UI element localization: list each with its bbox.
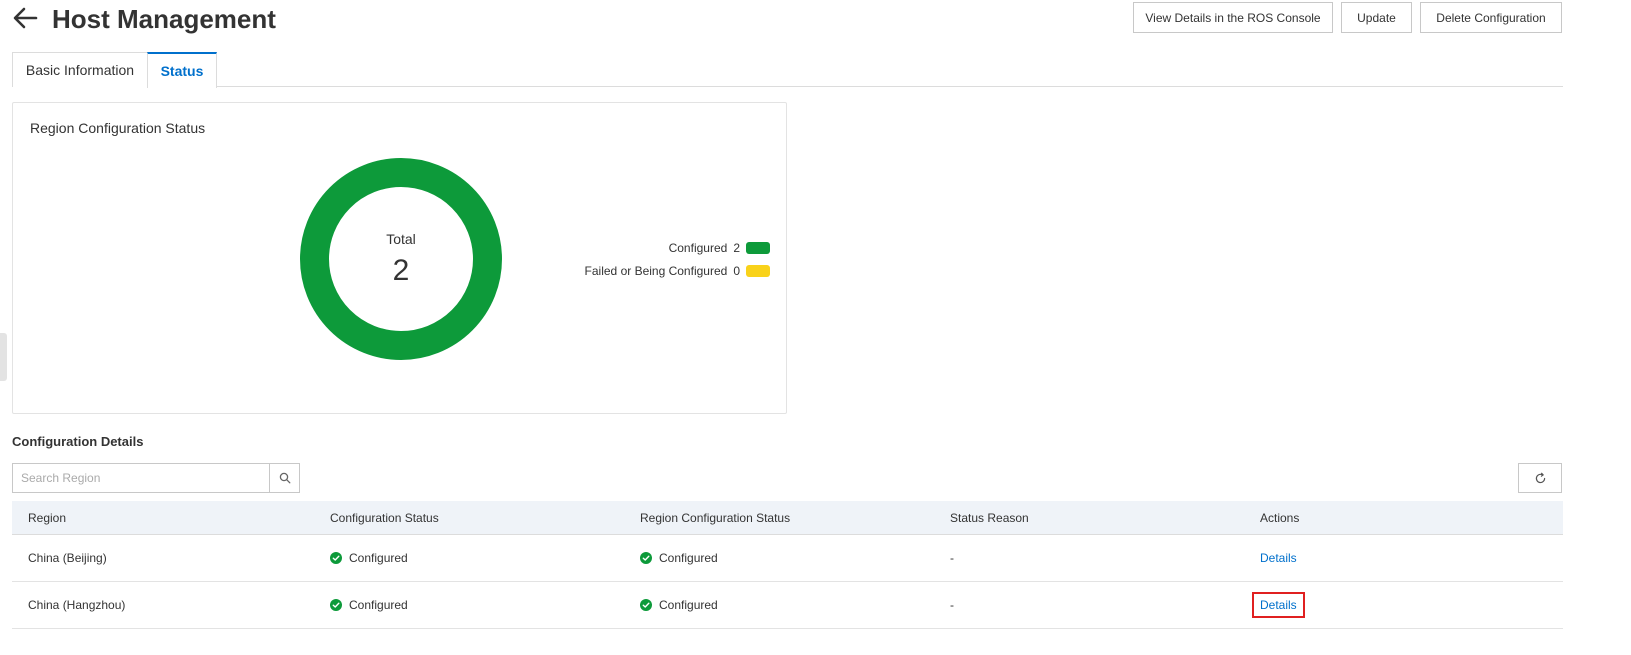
check-circle-icon bbox=[330, 552, 342, 564]
cell-status-reason: - bbox=[950, 551, 954, 565]
back-arrow-icon[interactable] bbox=[12, 6, 38, 30]
legend-swatch-failed bbox=[746, 265, 770, 277]
status-text: Configured bbox=[349, 551, 408, 565]
total-value: 2 bbox=[392, 254, 410, 287]
check-circle-icon bbox=[640, 599, 652, 611]
section-title: Configuration Details bbox=[12, 434, 144, 449]
legend-item-failed: Failed or Being Configured 0 bbox=[585, 264, 770, 278]
check-circle-icon bbox=[640, 552, 652, 564]
tab-status[interactable]: Status bbox=[147, 52, 217, 88]
legend-count: 2 bbox=[733, 241, 740, 255]
total-label: Total bbox=[386, 231, 416, 247]
refresh-button[interactable] bbox=[1518, 463, 1562, 493]
search-input[interactable] bbox=[13, 464, 269, 492]
column-header-region: Region bbox=[28, 511, 67, 525]
cell-region: China (Beijing) bbox=[28, 551, 107, 565]
tab-basic-information[interactable]: Basic Information bbox=[12, 52, 148, 87]
search-box bbox=[12, 463, 300, 493]
legend-count: 0 bbox=[733, 264, 740, 278]
refresh-icon bbox=[1535, 472, 1545, 483]
column-header-actions: Actions bbox=[1260, 511, 1300, 525]
check-circle-icon bbox=[330, 599, 342, 611]
cell-configuration-status: Configured bbox=[330, 582, 408, 628]
cell-region: China (Hangzhou) bbox=[28, 598, 126, 612]
cell-actions: Details bbox=[1252, 582, 1305, 628]
update-button[interactable]: Update bbox=[1341, 2, 1412, 33]
legend-label: Failed or Being Configured bbox=[584, 264, 728, 278]
page: Host Management View Details in the ROS … bbox=[0, 0, 1631, 655]
details-link-highlighted[interactable]: Details bbox=[1252, 592, 1305, 618]
cell-actions: Details bbox=[1260, 535, 1297, 581]
column-header-configuration-status: Configuration Status bbox=[330, 511, 439, 525]
legend-swatch-configured bbox=[746, 242, 770, 254]
legend-item-configured: Configured 2 bbox=[669, 241, 770, 255]
card-title: Region Configuration Status bbox=[30, 120, 206, 136]
status-text: Configured bbox=[659, 598, 718, 612]
delete-configuration-button[interactable]: Delete Configuration bbox=[1420, 2, 1562, 33]
table-row: China (Beijing) Configured Configured - … bbox=[12, 535, 1563, 582]
cell-status-reason: - bbox=[950, 598, 954, 612]
page-title: Host Management bbox=[52, 4, 276, 34]
status-text: Configured bbox=[349, 598, 408, 612]
search-icon bbox=[279, 472, 290, 484]
cell-configuration-status: Configured bbox=[330, 535, 408, 581]
cell-region-configuration-status: Configured bbox=[640, 535, 718, 581]
legend-label: Configured bbox=[668, 241, 728, 255]
table-row: China (Hangzhou) Configured Configured -… bbox=[12, 582, 1563, 629]
table-header: Region Configuration Status Region Confi… bbox=[12, 501, 1563, 535]
view-ros-console-button[interactable]: View Details in the ROS Console bbox=[1133, 2, 1333, 33]
tab-bar: Basic Information Status bbox=[12, 52, 1563, 88]
sidebar-collapse-handle[interactable] bbox=[0, 333, 7, 381]
column-header-status-reason: Status Reason bbox=[950, 511, 1029, 525]
column-header-region-configuration-status: Region Configuration Status bbox=[640, 511, 791, 525]
status-text: Configured bbox=[659, 551, 718, 565]
configuration-table: Region Configuration Status Region Confi… bbox=[12, 501, 1563, 629]
details-link[interactable]: Details bbox=[1260, 551, 1297, 565]
search-button[interactable] bbox=[269, 464, 299, 492]
region-status-card: Region Configuration Status Total 2 Conf… bbox=[12, 102, 787, 414]
cell-region-configuration-status: Configured bbox=[640, 582, 718, 628]
